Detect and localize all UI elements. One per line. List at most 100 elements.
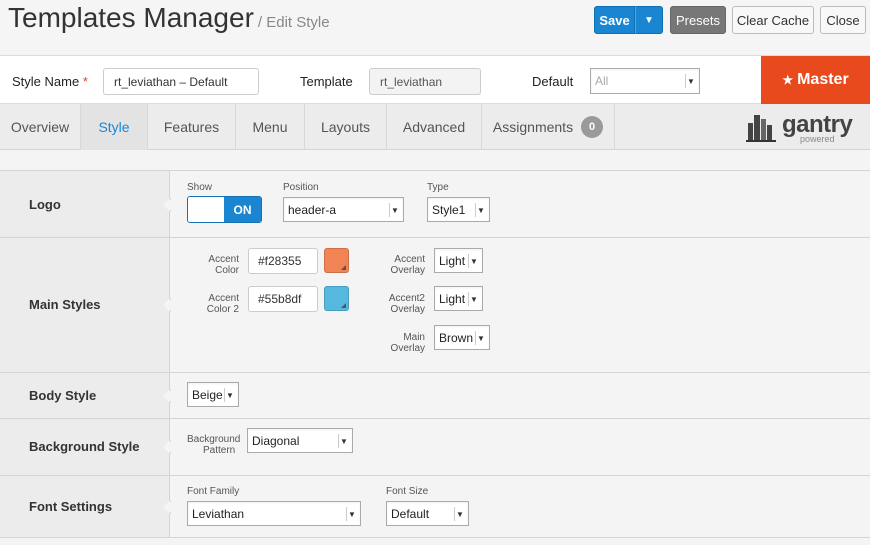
default-select[interactable]: All ▼ [590,68,700,94]
template-label: Template [300,74,353,89]
main-overlay-label-line1: Main [403,332,425,343]
style-name-input[interactable]: rt_leviathan – Default [103,68,259,95]
font-settings-section-body: Font Family Leviathan ▼ Font Size Defaul… [171,476,870,537]
chevron-down-icon: ▼ [475,203,486,217]
font-size-select[interactable]: Default ▼ [386,501,469,526]
presets-button[interactable]: Presets [670,6,726,34]
page-title: Templates Manager / Edit Style [8,2,330,34]
clear-cache-button[interactable]: Clear Cache [732,6,814,34]
template-field: rt_leviathan [369,68,481,95]
brand-tagline: powered [800,134,835,144]
font-family-select[interactable]: Leviathan ▼ [187,501,361,526]
tab-advanced[interactable]: Advanced [387,104,482,150]
style-info-bar: Style Name * rt_leviathan – Default Temp… [0,56,870,104]
tab-features[interactable]: Features [148,104,236,150]
master-button[interactable]: ★ Master [761,56,870,104]
font-settings-section-title: Font Settings [29,499,113,514]
main-styles-section-label: Main Styles [0,238,178,372]
tab-overview[interactable]: Overview [0,104,81,150]
content-top-spacer [0,150,870,170]
accent-color-input[interactable]: #f28355 [248,248,318,274]
chevron-down-icon: ▼ [468,292,479,306]
master-label: Master [797,71,849,88]
chevron-down-icon: ▼ [389,203,400,217]
accent2-overlay-label-line1: Accent2 [388,293,425,304]
tab-assignments-label: Assignments [492,119,574,135]
default-label: Default [532,74,574,89]
background-style-section-label: Background Style [0,419,178,475]
close-button[interactable]: Close [820,6,866,34]
tab-bar: Overview Style Features Menu Layouts Adv… [0,104,870,150]
font-family-value: Leviathan [192,506,245,521]
chevron-down-icon: ▼ [685,74,696,88]
main-styles-section-body: Accent Color #f28355 Accent Color 2 #55b… [171,238,870,372]
logo-section-title: Logo [29,197,61,212]
background-pattern-label-line1: Background [187,434,241,445]
title-bar: Templates Manager / Edit Style Save ▼ Pre… [0,0,870,56]
body-style-select[interactable]: Beige ▼ [187,382,239,407]
show-label: Show [187,182,213,193]
position-select-value: header-a [288,202,337,217]
main-overlay-select[interactable]: Brown ▼ [434,325,490,350]
chevron-down-icon: ▼ [454,507,465,521]
main-overlay-label-line2: Overlay [390,343,425,354]
body-style-section-body: Beige ▼ [171,373,870,418]
accent-overlay-value: Light [439,253,466,268]
background-style-section-title: Background Style [29,439,140,454]
body-style-section-label: Body Style [0,373,178,418]
star-icon: ★ [782,73,794,87]
logo-section-label: Logo [0,171,178,237]
accent-color2-label: Accent Color 2 [191,293,239,315]
assignments-count-badge: 0 [581,116,604,138]
style-name-label-text: Style Name [12,74,80,89]
tab-assignments[interactable]: Assignments 0 [482,104,615,150]
accent-color-label: Accent Color [191,254,239,276]
accent2-overlay-label: Accent2 Overlay [371,293,425,315]
tab-layouts[interactable]: Layouts [305,104,387,150]
show-toggle-state: ON [224,197,261,222]
logo-section-body: Show ON Position header-a ▼ Type Style1 … [171,171,870,237]
type-select[interactable]: Style1 ▼ [427,197,490,222]
accent-color2-label-line1: Accent [208,293,239,304]
background-pattern-label-line2: Pattern [203,445,236,456]
font-size-label: Font Size [386,486,429,497]
save-options-button[interactable]: ▼ [635,6,663,34]
position-select[interactable]: header-a ▼ [283,197,404,222]
style-name-label: Style Name * [12,74,88,89]
chevron-down-icon: ▼ [644,14,654,26]
accent-color2-swatch[interactable] [324,286,349,311]
body-style-section: Body Style Beige ▼ [0,373,870,419]
default-select-value: All [595,74,609,88]
type-label: Type [427,182,449,193]
required-marker: * [82,74,88,89]
chevron-down-icon: ▼ [468,254,479,268]
accent-color-label-line1: Accent [208,254,239,265]
tab-menu[interactable]: Menu [236,104,305,150]
font-family-label: Font Family [187,486,240,497]
accent2-overlay-label-line2: Overlay [390,304,425,315]
background-style-section: Background Style Background Pattern Diag… [0,419,870,476]
accent2-overlay-select[interactable]: Light ▼ [434,286,483,311]
accent-color-swatch[interactable] [324,248,349,273]
show-toggle[interactable]: ON [187,196,262,223]
background-pattern-value: Diagonal [252,433,300,448]
type-select-value: Style1 [432,202,466,217]
accent-overlay-label: Accent Overlay [371,254,425,276]
background-style-section-body: Background Pattern Diagonal ▼ [171,419,870,475]
chevron-down-icon: ▼ [224,388,235,402]
main-overlay-label: Main Overlay [371,332,425,354]
font-settings-section: Font Settings Font Family Leviathan ▼ Fo… [0,476,870,538]
accent-color2-label-line2: Color 2 [206,304,239,315]
main-overlay-value: Brown [439,330,474,345]
accent-overlay-select[interactable]: Light ▼ [434,248,483,273]
position-label: Position [283,182,319,193]
background-pattern-label: Background Pattern [187,434,240,456]
tab-style[interactable]: Style [81,104,148,150]
gantry-building-icon [746,115,776,142]
chevron-down-icon: ▼ [346,507,357,521]
chevron-down-icon: ▼ [475,331,486,345]
accent-color2-input[interactable]: #55b8df [248,286,318,312]
page-title-text: Templates Manager [8,2,254,33]
background-pattern-select[interactable]: Diagonal ▼ [247,428,353,453]
save-button[interactable]: Save [594,6,635,34]
